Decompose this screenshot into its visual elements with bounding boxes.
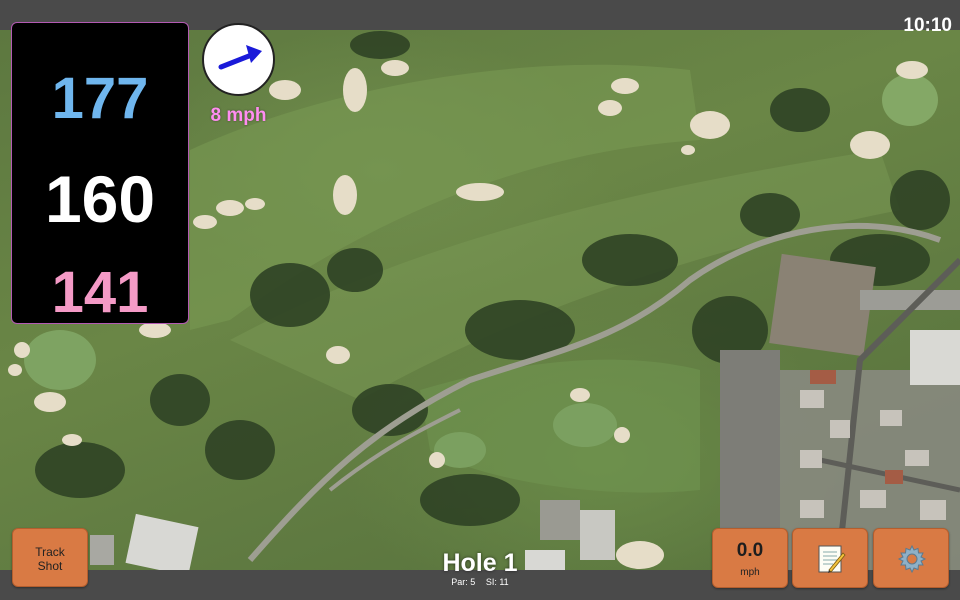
front-distance: 141 xyxy=(51,260,149,325)
back-distance: 177 xyxy=(51,66,149,131)
track-shot-label-line2: Shot xyxy=(37,559,63,573)
scorecard-icon xyxy=(818,545,846,573)
hole-title: Hole 1 xyxy=(442,549,518,577)
hole-par: Par: 5 xyxy=(451,577,476,587)
track-shot-label-line1: Track xyxy=(35,545,65,559)
status-clock: 10:10 xyxy=(903,15,952,36)
app-screen: 10:10 177 160 141 8 mph Track Shot Hole … xyxy=(0,0,960,600)
wind-button-value: 0.0 xyxy=(736,540,764,561)
wind-speed-button[interactable]: 0.0 mph xyxy=(712,528,788,588)
distance-panel: 177 160 141 xyxy=(11,22,189,325)
wind-speed-label: 8 mph xyxy=(210,105,267,126)
wind-arrow-icon xyxy=(218,45,262,70)
hole-stroke-index: SI: 11 xyxy=(485,577,509,587)
track-shot-label: Track Shot xyxy=(13,545,87,573)
track-shot-button[interactable]: Track Shot xyxy=(12,528,88,587)
gear-icon xyxy=(897,544,927,574)
settings-button[interactable] xyxy=(873,528,949,588)
wind-direction-compass[interactable] xyxy=(202,23,275,96)
hole-details: Par: 5 SI: 11 xyxy=(380,577,580,587)
wind-button-unit: mph xyxy=(740,567,760,578)
scorecard-button[interactable] xyxy=(792,528,868,588)
middle-distance: 160 xyxy=(44,162,156,236)
